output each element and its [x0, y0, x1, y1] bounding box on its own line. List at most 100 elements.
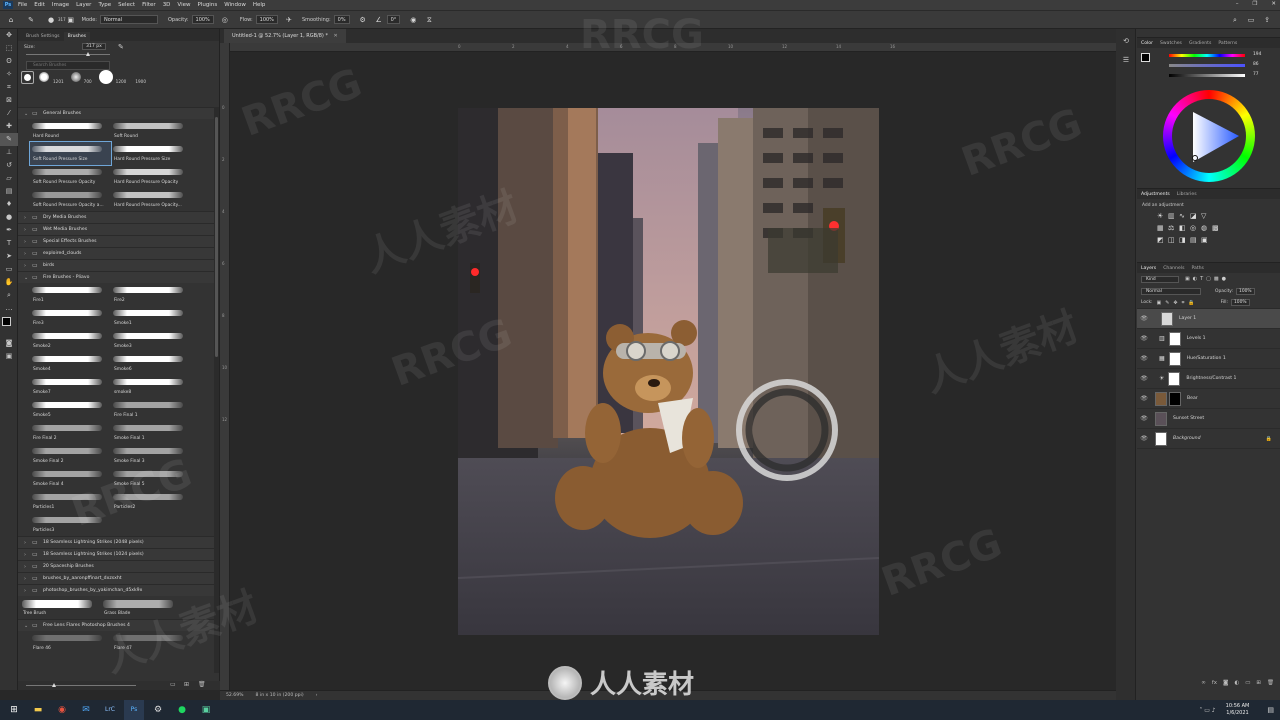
notification-icon[interactable]: ▤: [1267, 706, 1274, 714]
layer-row[interactable]: 👁 Background 🔒: [1137, 429, 1280, 449]
share-icon[interactable]: ⇪: [1262, 15, 1272, 25]
selective-color-icon[interactable]: ▣: [1201, 236, 1212, 244]
hue-slider[interactable]: [1169, 54, 1245, 57]
minimize-icon[interactable]: –: [1236, 1, 1239, 7]
chevron-right-icon[interactable]: ›: [24, 552, 32, 558]
eyedropper-tool-icon[interactable]: ⁄: [0, 107, 18, 120]
preset-brush-4[interactable]: [98, 70, 113, 84]
brush-settings-icon[interactable]: ▣: [66, 15, 76, 25]
brush-tool-icon[interactable]: ✎: [0, 133, 18, 146]
layer-row-selected[interactable]: 👁 Layer 1: [1137, 309, 1280, 329]
gear-icon[interactable]: ⚙: [358, 15, 368, 25]
brush-group-fire[interactable]: ⌄ ▭ Fire Brushes - Pliavo: [18, 271, 214, 283]
fg-bg-swatch[interactable]: [1141, 53, 1150, 62]
chrome-icon[interactable]: ◉: [52, 700, 72, 720]
vibrance-icon[interactable]: ▽: [1201, 212, 1212, 220]
preset-brush-3[interactable]: [70, 72, 81, 82]
tab-adjustments[interactable]: Adjustments: [1141, 192, 1170, 197]
foreground-color[interactable]: [2, 317, 11, 326]
scrollbar-thumb[interactable]: [215, 117, 218, 357]
chevron-right-icon[interactable]: ›: [24, 576, 32, 582]
brush-preset[interactable]: Soft Round Pressure Opacity a...: [30, 188, 111, 211]
brush-preset[interactable]: Grass Blade: [101, 596, 182, 619]
brush-preset[interactable]: Smoke7: [30, 375, 111, 398]
brush-preset[interactable]: Smoke Final 3: [111, 444, 192, 467]
chevron-right-icon[interactable]: ›: [24, 215, 32, 221]
hue-saturation-icon[interactable]: ▦: [1157, 224, 1168, 232]
eye-icon[interactable]: 👁: [1139, 395, 1149, 402]
size-slider-handle[interactable]: [86, 52, 90, 56]
tab-swatches[interactable]: Swatches: [1160, 41, 1182, 46]
preset-brush-2[interactable]: [37, 71, 50, 84]
eye-icon[interactable]: 👁: [1139, 435, 1149, 442]
brush-group[interactable]: › ▭ birds: [18, 259, 214, 271]
chevron-right-icon[interactable]: ›: [24, 251, 32, 257]
quick-select-tool-icon[interactable]: ✧: [0, 68, 18, 81]
layer-row[interactable]: 👁 Bear: [1137, 389, 1280, 409]
color-triangle[interactable]: [1163, 90, 1255, 182]
brush-preset[interactable]: Smoke Final 4: [30, 467, 111, 490]
document-info[interactable]: 8 in x 10 in (200 ppi): [256, 693, 304, 698]
menu-edit[interactable]: Edit: [34, 2, 45, 8]
brush-preset[interactable]: Smoke5: [30, 398, 111, 421]
size-slider[interactable]: [26, 52, 110, 56]
file-explorer-icon[interactable]: ▬: [28, 700, 48, 720]
link-layers-icon[interactable]: ∞: [1201, 680, 1206, 690]
tab-brushes[interactable]: Brushes: [63, 32, 91, 41]
properties-icon[interactable]: ☰: [1116, 54, 1136, 67]
path-select-tool-icon[interactable]: ➤: [0, 250, 18, 263]
layer-filter-kind[interactable]: Kind: [1141, 275, 1179, 283]
hand-tool-icon[interactable]: ✋: [0, 276, 18, 289]
eye-icon[interactable]: 👁: [1139, 375, 1149, 382]
brush-preset[interactable]: Smoke4: [30, 352, 111, 375]
healing-tool-icon[interactable]: ✚: [0, 120, 18, 133]
mode-select[interactable]: Normal: [99, 15, 158, 24]
marquee-tool-icon[interactable]: ⬚: [0, 42, 18, 55]
menu-type[interactable]: Type: [98, 2, 111, 8]
menu-file[interactable]: File: [18, 2, 27, 8]
brush-group[interactable]: › ▭ Dry Media Brushes: [18, 211, 214, 223]
blend-mode-select[interactable]: Normal: [1141, 287, 1201, 295]
airbrush-icon[interactable]: ✈: [284, 15, 294, 25]
fill-field[interactable]: 100%: [1231, 299, 1250, 306]
close-tab-icon[interactable]: ✕: [334, 33, 338, 39]
chevron-right-icon[interactable]: ›: [24, 239, 32, 245]
crop-tool-icon[interactable]: ⌗: [0, 81, 18, 94]
brush-preset[interactable]: Smoke Final 1: [111, 421, 192, 444]
gradient-map-icon[interactable]: ▤: [1190, 236, 1201, 244]
type-tool-icon[interactable]: T: [0, 237, 18, 250]
brush-tool-icon[interactable]: ✎: [26, 15, 36, 25]
menu-select[interactable]: Select: [118, 2, 135, 8]
maximize-icon[interactable]: ❐: [1252, 1, 1257, 7]
frame-tool-icon[interactable]: ⊠: [0, 94, 18, 107]
settings-icon[interactable]: ⚙: [148, 700, 168, 720]
symmetry-icon[interactable]: ⧖: [424, 15, 434, 25]
eye-icon[interactable]: 👁: [1139, 335, 1149, 342]
new-adjustment-icon[interactable]: ◐: [1234, 680, 1239, 690]
blur-tool-icon[interactable]: ♦: [0, 198, 18, 211]
history-icon[interactable]: ⟲: [1116, 35, 1136, 48]
menu-image[interactable]: Image: [52, 2, 69, 8]
brush-preset[interactable]: Fire Final 2: [30, 421, 111, 444]
brush-preset[interactable]: Smoke Final 2: [30, 444, 111, 467]
brush-preset[interactable]: Smoke2: [30, 329, 111, 352]
clock[interactable]: 10:56 AM 1/6/2021: [1226, 703, 1250, 717]
screen-mode-icon[interactable]: ▣: [0, 350, 18, 363]
close-icon[interactable]: ✕: [1271, 1, 1276, 7]
brush-preset[interactable]: Fire2: [111, 283, 192, 306]
spotify-icon[interactable]: ●: [172, 700, 192, 720]
lightroom-icon[interactable]: LrC: [100, 700, 120, 720]
fx-icon[interactable]: fx: [1212, 680, 1217, 690]
brush-preset[interactable]: Flare 47: [111, 631, 192, 654]
new-group-icon[interactable]: ▭: [1245, 680, 1250, 690]
chevron-right-icon[interactable]: ›: [24, 540, 32, 546]
preset-brush-1[interactable]: [21, 70, 34, 84]
brush-group-flares[interactable]: ⌄ ▭ Free Lens Flares Photoshop Brushes 4: [18, 619, 214, 631]
saturation-value[interactable]: 86: [1253, 62, 1259, 67]
size-value[interactable]: 317 px: [82, 43, 106, 50]
pressure-size-icon[interactable]: ◉: [408, 15, 418, 25]
add-mask-icon[interactable]: ◙: [1223, 680, 1228, 690]
brush-preset[interactable]: smoke8: [111, 375, 192, 398]
brush-preset[interactable]: Smoke Final 5: [111, 467, 192, 490]
delete-layer-icon[interactable]: 🗑: [1267, 680, 1274, 690]
